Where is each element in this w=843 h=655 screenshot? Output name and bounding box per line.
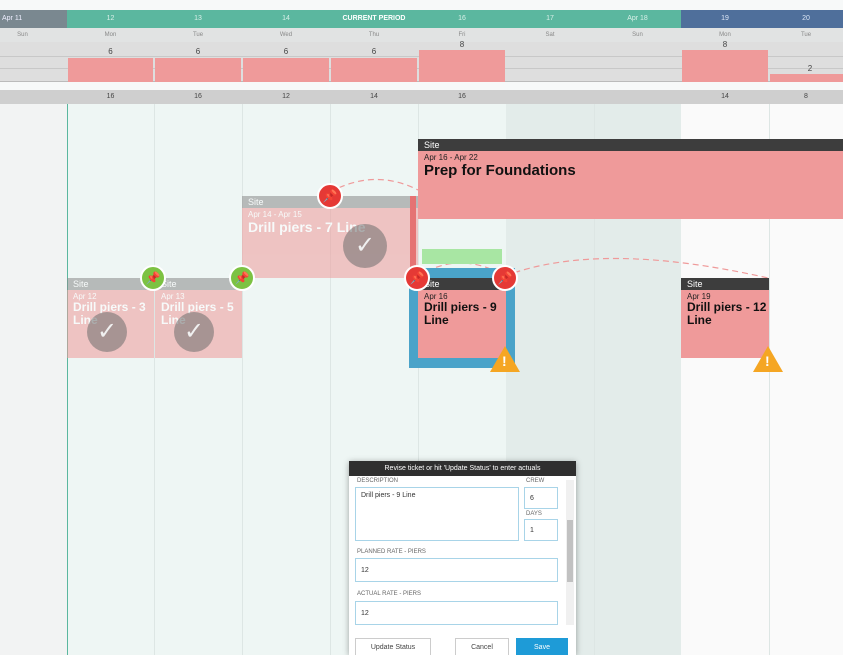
- schedule-board: 12 13 14 CURRENT PERIOD 16 17 Apr 18 Apr…: [0, 0, 843, 655]
- crew-label: CREW: [526, 478, 545, 484]
- planned-rate-label: PLANNED RATE - PIERS: [357, 549, 426, 555]
- actual-rate-label: ACTUAL RATE - PIERS: [357, 591, 422, 597]
- pin-icon[interactable]: 📌: [404, 265, 430, 291]
- pin-icon[interactable]: 📌: [492, 265, 518, 291]
- ticket-group: Site: [418, 139, 843, 151]
- ticket-prep-foundations[interactable]: Site Apr 16 - Apr 22 Prep for Foundation…: [418, 139, 843, 219]
- days-input[interactable]: [524, 519, 558, 541]
- dialog-title: Revise ticket or hit 'Update Status' to …: [349, 461, 576, 476]
- description-label: DESCRIPTION: [357, 478, 399, 484]
- planned-rate-input[interactable]: [355, 558, 558, 582]
- check-icon: ✓: [174, 312, 214, 352]
- ticket-title: Prep for Foundations: [424, 162, 576, 179]
- update-status-button[interactable]: Update Status: [355, 638, 431, 655]
- warning-icon[interactable]: !: [753, 346, 783, 372]
- warning-icon[interactable]: !: [490, 346, 520, 372]
- actual-rate-input[interactable]: [355, 601, 558, 625]
- crew-input[interactable]: [524, 487, 558, 509]
- cancel-button[interactable]: Cancel: [455, 638, 509, 655]
- revise-ticket-dialog: Revise ticket or hit 'Update Status' to …: [349, 461, 576, 655]
- ticket-title: Drill piers - 12 Line: [687, 300, 767, 327]
- pin-icon[interactable]: 📌: [317, 183, 343, 209]
- dialog-scroll-thumb[interactable]: [567, 520, 573, 582]
- ticket-title: Drill piers - 7 Line: [248, 219, 366, 235]
- ticket-dates: Apr 16 - Apr 22: [424, 153, 478, 162]
- check-icon: ✓: [343, 224, 387, 268]
- ticket-group: Site: [681, 278, 769, 290]
- save-button[interactable]: Save: [516, 638, 568, 655]
- description-input[interactable]: [355, 487, 519, 541]
- check-icon: ✓: [87, 312, 127, 352]
- days-label: DAYS: [526, 511, 542, 517]
- pin-icon[interactable]: 📌: [140, 265, 166, 291]
- ticket-title: Drill piers - 9 Line: [424, 300, 497, 327]
- pin-icon[interactable]: 📌: [229, 265, 255, 291]
- ticket-dates: Apr 14 - Apr 15: [248, 210, 302, 219]
- drop-target: [422, 249, 502, 264]
